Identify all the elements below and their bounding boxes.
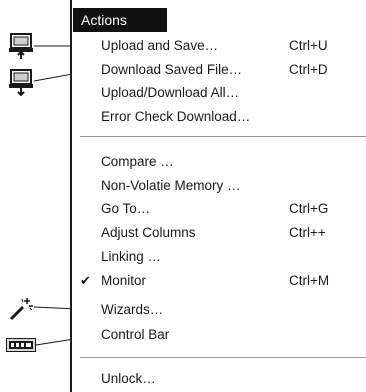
menu-item-shortcut: Ctrl+G xyxy=(289,201,329,216)
menu-item-go-to[interactable]: Go To… Ctrl+G xyxy=(72,198,366,220)
menu-item-label: Control Bar xyxy=(101,327,170,342)
control-bar-icon[interactable] xyxy=(6,338,36,352)
menu-item-download-saved-file[interactable]: Download Saved File… Ctrl+D xyxy=(72,59,366,81)
menu-separator xyxy=(80,357,366,359)
menu-item-linking[interactable]: Linking … xyxy=(72,246,366,268)
menu-item-wizards[interactable]: Wizards… xyxy=(72,299,366,321)
menu-item-shortcut: Ctrl+D xyxy=(289,62,328,77)
menu-item-error-check-download[interactable]: Error Check Download… xyxy=(72,106,366,128)
menu-item-upload-download-all[interactable]: Upload/Download All… xyxy=(72,82,366,104)
upload-save-icon[interactable] xyxy=(8,32,34,59)
menu-item-upload-and-save[interactable]: Upload and Save… Ctrl+U xyxy=(72,35,366,57)
menu-item-monitor[interactable]: ✔ Monitor Ctrl+M xyxy=(72,270,366,292)
menu-title[interactable]: Actions xyxy=(73,8,167,32)
menu-item-label: Compare … xyxy=(101,154,174,169)
checkmark-icon: ✔ xyxy=(80,273,91,288)
actions-menu: Actions Upload and Save… Ctrl+U Download… xyxy=(70,0,366,392)
menu-item-label: Go To… xyxy=(101,201,151,216)
menu-separator xyxy=(80,136,366,138)
menu-item-label: Error Check Download… xyxy=(101,109,251,124)
menu-item-label: Download Saved File… xyxy=(101,62,243,77)
menu-item-label: Monitor xyxy=(101,273,147,288)
menu-item-non-volatile-memory[interactable]: Non-Volatie Memory … xyxy=(72,175,366,197)
menu-item-label: Upload and Save… xyxy=(101,38,219,53)
menu-item-label: Non-Volatie Memory … xyxy=(101,178,241,193)
menu-item-label: Adjust Columns xyxy=(101,225,196,240)
menu-item-compare[interactable]: Compare … xyxy=(72,151,366,173)
wizard-wand-icon[interactable] xyxy=(8,296,34,322)
menu-item-shortcut: Ctrl+U xyxy=(289,38,328,53)
menu-item-unlock[interactable]: Unlock… xyxy=(72,368,366,390)
menu-item-label: Wizards… xyxy=(101,302,164,317)
menu-item-label: Linking … xyxy=(101,249,162,264)
download-saved-file-icon[interactable] xyxy=(8,68,34,97)
menu-item-adjust-columns[interactable]: Adjust Columns Ctrl++ xyxy=(72,222,366,244)
menu-item-shortcut: Ctrl++ xyxy=(289,225,326,240)
menu-item-label: Upload/Download All… xyxy=(101,85,240,100)
menu-item-control-bar[interactable]: Control Bar xyxy=(72,324,366,346)
menu-item-shortcut: Ctrl+M xyxy=(289,273,330,288)
menu-item-label: Unlock… xyxy=(101,371,156,386)
